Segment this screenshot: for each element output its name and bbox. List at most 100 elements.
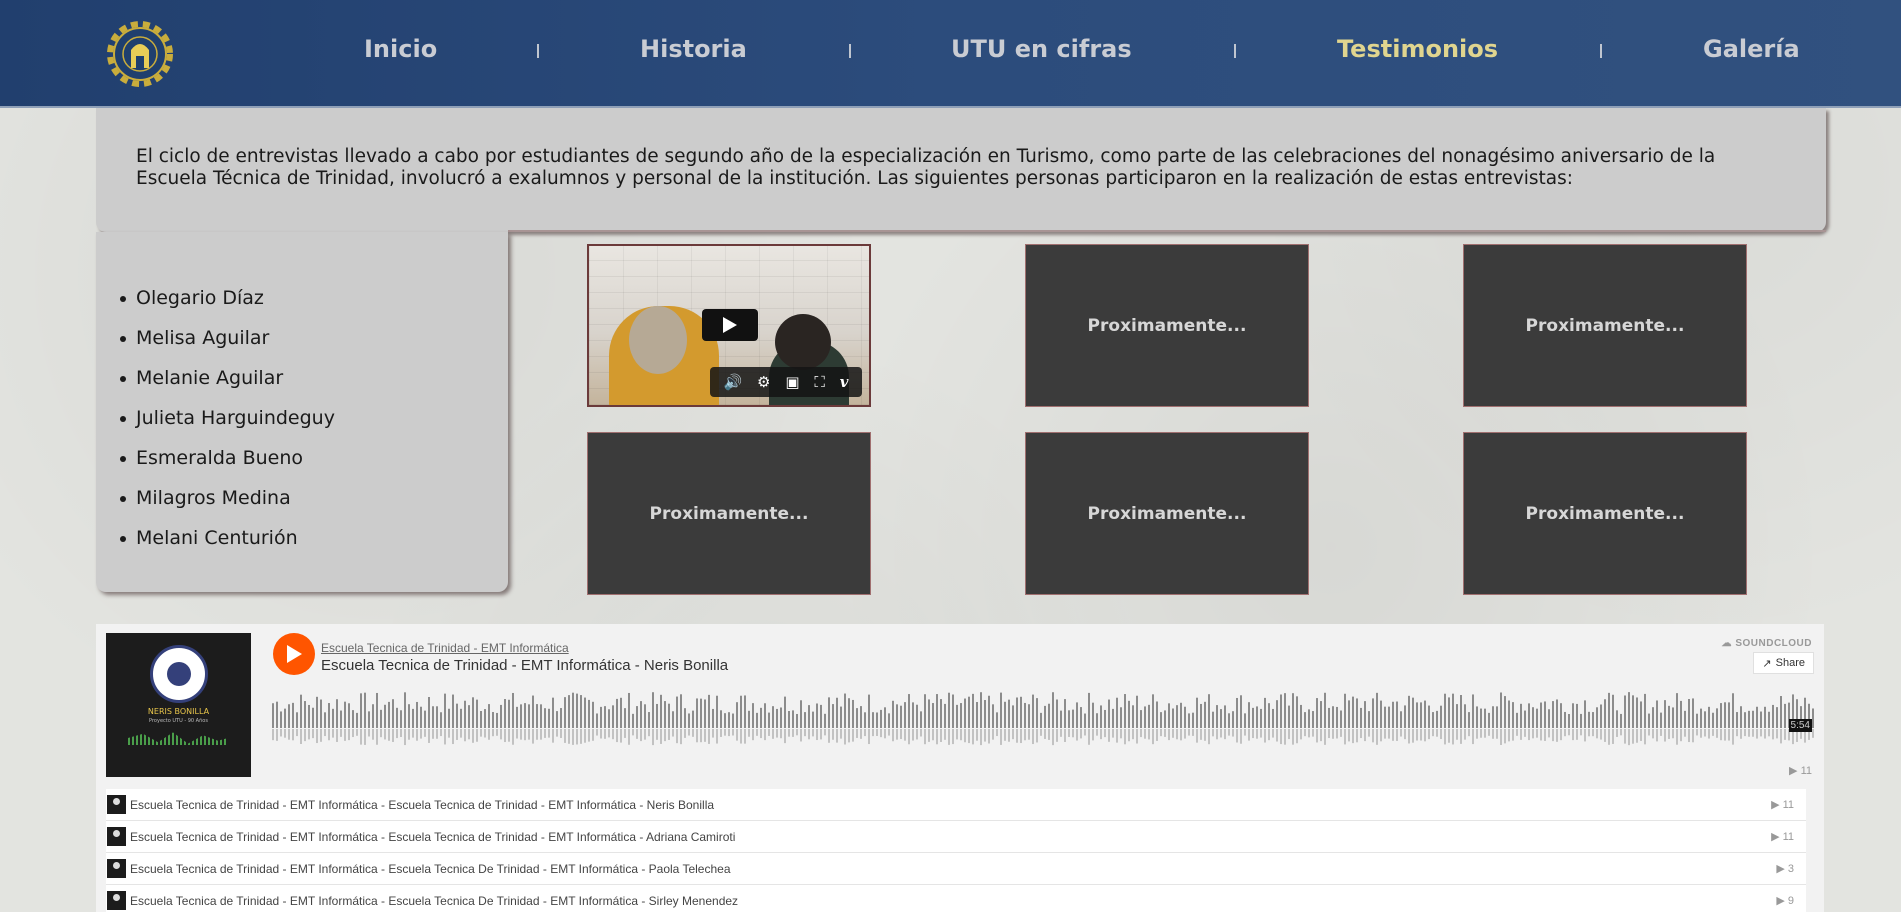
waveform-bar: [1680, 700, 1682, 728]
volume-icon[interactable]: 🔊: [723, 373, 742, 391]
fullscreen-icon[interactable]: ⛶: [814, 373, 825, 391]
waveform-bar: [424, 710, 426, 728]
waveform-reflection: [548, 729, 550, 738]
waveform[interactable]: [272, 690, 1814, 750]
waveform-reflection: [1036, 729, 1038, 743]
waveform-reflection: [1696, 729, 1698, 736]
track-user-link[interactable]: Escuela Tecnica de Trinidad - EMT Inform…: [321, 641, 569, 655]
waveform-bar: [1756, 706, 1758, 728]
waveform-reflection: [1396, 729, 1398, 741]
track-row-plays-value: 9: [1787, 895, 1794, 907]
waveform-bar: [1420, 702, 1422, 728]
waveform-reflection: [692, 729, 694, 737]
waveform-bar: [1812, 708, 1814, 728]
waveform-bar: [600, 706, 602, 728]
video-play-button[interactable]: [702, 309, 758, 341]
track-title[interactable]: Escuela Tecnica de Trinidad - EMT Inform…: [321, 657, 728, 674]
waveform-reflection: [1304, 729, 1306, 737]
soundcloud-play-button[interactable]: [273, 633, 315, 675]
waveform-bar: [1608, 692, 1610, 728]
waveform-bar: [1240, 695, 1242, 728]
table-row[interactable]: Escuela Tecnica de Trinidad - EMT Inform…: [106, 885, 1806, 912]
waveform-bar: [1124, 694, 1126, 728]
waveform-bar: [760, 707, 762, 728]
waveform-bar: [1268, 703, 1270, 728]
waveform-bar: [1232, 711, 1234, 728]
waveform-reflection: [932, 729, 934, 741]
waveform-reflection: [1632, 729, 1634, 744]
waveform-reflection: [1148, 729, 1150, 740]
waveform-reflection: [288, 729, 290, 740]
waveform-reflection: [1740, 729, 1742, 739]
waveform-bar: [324, 712, 326, 728]
waveform-reflection: [1260, 729, 1262, 738]
waveform-bar: [1280, 694, 1282, 728]
waveform-reflection: [384, 729, 386, 740]
waveform-bar: [1736, 712, 1738, 728]
track-row-title: Escuela Tecnica de Trinidad - EMT Inform…: [130, 861, 731, 876]
waveform-reflection: [296, 729, 298, 737]
nav-inicio[interactable]: Inicio: [364, 35, 437, 63]
waveform-reflection: [696, 729, 698, 743]
nav-historia[interactable]: Historia: [640, 35, 747, 63]
waveform-bar: [1424, 700, 1426, 728]
video-player[interactable]: 🔊 ⚙ ▣ ⛶ v: [587, 244, 871, 407]
pip-icon[interactable]: ▣: [785, 373, 799, 391]
share-button[interactable]: ↗ Share: [1753, 652, 1814, 674]
waveform-reflection: [728, 729, 730, 737]
waveform-bar: [868, 694, 870, 728]
waveform-reflection: [1076, 729, 1078, 741]
list-item: Melanie Aguilar: [120, 358, 508, 398]
waveform-bar: [552, 697, 554, 728]
waveform-reflection: [1308, 729, 1310, 738]
soundcloud-brand[interactable]: ☁ SOUNDCLOUD: [1722, 638, 1812, 649]
waveform-reflection: [1756, 729, 1758, 739]
waveform-bar: [1164, 710, 1166, 728]
waveform-reflection: [416, 729, 418, 741]
waveform-reflection: [732, 729, 734, 736]
waveform-bar: [508, 699, 510, 728]
waveform-bar: [1000, 692, 1002, 728]
waveform-reflection: [588, 729, 590, 742]
waveform-bar: [852, 699, 854, 728]
waveform-bar: [816, 703, 818, 728]
video-placeholder: Proximamente...: [1463, 244, 1747, 407]
waveform-reflection: [1044, 729, 1046, 739]
nav-utu-en-cifras[interactable]: UTU en cifras: [951, 35, 1132, 63]
nav-testimonios[interactable]: Testimonios: [1337, 35, 1498, 63]
waveform-reflection: [604, 729, 606, 739]
waveform-bar: [332, 708, 334, 728]
track-row-plays-value: 11: [1782, 831, 1794, 843]
waveform-bar: [644, 704, 646, 728]
video-thumbnail-person: [775, 314, 831, 370]
video-controls: 🔊 ⚙ ▣ ⛶ v: [710, 367, 862, 397]
nav-galeria[interactable]: Galería: [1703, 35, 1800, 63]
waveform-bar: [724, 713, 726, 728]
vimeo-icon[interactable]: v: [840, 373, 849, 391]
track-artwork[interactable]: NERIS BONILLA Proyecto UTU - 90 Años: [106, 633, 251, 777]
waveform-reflection: [1480, 729, 1482, 738]
waveform-reflection: [376, 729, 378, 745]
table-row[interactable]: Escuela Tecnica de Trinidad - EMT Inform…: [106, 821, 1806, 853]
waveform-reflection: [1108, 729, 1110, 742]
waveform-reflection: [1344, 729, 1346, 745]
waveform-reflection: [336, 729, 338, 742]
waveform-reflection: [968, 729, 970, 744]
waveform-reflection: [572, 729, 574, 745]
waveform-bar: [1668, 705, 1670, 728]
waveform-reflection: [660, 729, 662, 744]
waveform-bar: [1384, 706, 1386, 728]
waveform-reflection: [740, 729, 742, 744]
waveform-reflection: [700, 729, 702, 743]
waveform-bar: [940, 699, 942, 728]
waveform-bar: [1076, 702, 1078, 728]
table-row[interactable]: Escuela Tecnica de Trinidad - EMT Inform…: [106, 853, 1806, 885]
waveform-reflection: [1116, 729, 1118, 743]
waveform-reflection: [1688, 729, 1690, 743]
waveform-reflection: [920, 729, 922, 737]
waveform-bar: [856, 708, 858, 728]
waveform-reflection: [1364, 729, 1366, 742]
table-row[interactable]: Escuela Tecnica de Trinidad - EMT Inform…: [106, 789, 1806, 821]
settings-icon[interactable]: ⚙: [757, 373, 770, 391]
waveform-bar: [480, 711, 482, 728]
